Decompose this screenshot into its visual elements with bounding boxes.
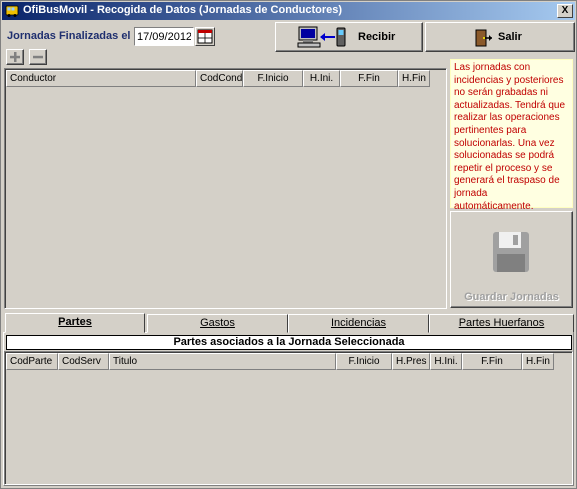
date-field[interactable] [134, 27, 194, 46]
partes-grid[interactable]: CodParte CodServ Titulo F.Inicio H.Pres … [4, 351, 573, 485]
tab-incidencias[interactable]: Incidencias [288, 314, 429, 333]
exit-door-icon [475, 29, 492, 47]
column-header-hpres[interactable]: H.Pres [392, 353, 430, 370]
close-button[interactable]: X [557, 4, 573, 18]
main-window: OfiBusMovil - Recogida de Datos (Jornada… [0, 0, 577, 489]
tab-partes[interactable]: Partes [5, 313, 145, 333]
column-header-codparte[interactable]: CodParte [6, 353, 58, 370]
incidence-notice: Las jornadas con incidencias y posterior… [450, 59, 573, 212]
receive-button[interactable]: Recibir [275, 22, 423, 52]
floppy-disk-icon [493, 232, 529, 272]
add-button[interactable] [6, 49, 24, 65]
column-header-p-finicio[interactable]: F.Inicio [336, 353, 392, 370]
column-header-p-hini[interactable]: H.Ini. [430, 353, 462, 370]
tab-partes-huerfanos[interactable]: Partes Huerfanos [429, 314, 574, 333]
save-jornadas-button[interactable]: Guardar Jornadas [450, 211, 573, 308]
jornadas-grid-header: Conductor CodCond F.Inicio H.Ini. F.Fin … [6, 70, 430, 87]
calendar-button[interactable] [195, 27, 215, 46]
column-header-hini[interactable]: H.Ini. [303, 70, 340, 87]
bus-app-icon [5, 5, 19, 17]
exit-button-label: Salir [498, 31, 522, 43]
partes-panel-title: Partes asociados a la Jornada Selecciona… [6, 335, 572, 350]
calendar-icon [197, 29, 213, 44]
column-header-codserv[interactable]: CodServ [58, 353, 109, 370]
column-header-titulo[interactable]: Titulo [109, 353, 336, 370]
column-header-hfin[interactable]: H.Fin [398, 70, 430, 87]
receive-button-label: Recibir [358, 31, 396, 43]
remove-button[interactable] [29, 49, 47, 65]
plus-icon [10, 52, 20, 62]
column-header-ffin[interactable]: F.Fin [340, 70, 398, 87]
tab-gastos[interactable]: Gastos [147, 314, 288, 333]
partes-grid-header: CodParte CodServ Titulo F.Inicio H.Pres … [6, 353, 554, 370]
jornadas-grid[interactable]: Conductor CodCond F.Inicio H.Ini. F.Fin … [4, 68, 447, 309]
column-header-p-hfin[interactable]: H.Fin [522, 353, 554, 370]
minus-icon [33, 55, 43, 59]
computer-phone-transfer-icon [297, 26, 346, 48]
save-jornadas-label: Guardar Jornadas [464, 291, 559, 303]
column-header-p-ffin[interactable]: F.Fin [462, 353, 522, 370]
column-header-codcond[interactable]: CodCond [196, 70, 243, 87]
date-label: Jornadas Finalizadas el [7, 30, 131, 42]
window-title: OfiBusMovil - Recogida de Datos (Jornada… [23, 4, 343, 16]
column-header-finicio[interactable]: F.Inicio [243, 70, 303, 87]
title-bar: OfiBusMovil - Recogida de Datos (Jornada… [2, 2, 575, 20]
exit-button[interactable]: Salir [425, 22, 575, 52]
column-header-conductor[interactable]: Conductor [6, 70, 196, 87]
